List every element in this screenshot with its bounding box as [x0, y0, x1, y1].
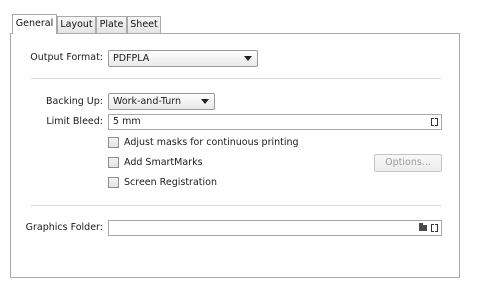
- chevron-down-icon: [244, 56, 252, 61]
- divider: [31, 205, 441, 206]
- backing-up-value: Work-and-Turn: [113, 96, 182, 107]
- screen-registration-label: Screen Registration: [124, 177, 217, 188]
- tab-sheet[interactable]: Sheet: [127, 16, 161, 33]
- add-smartmarks-checkbox[interactable]: [108, 157, 119, 168]
- variable-bracket-icon[interactable]: [431, 224, 438, 232]
- backing-up-label: Backing Up:: [46, 96, 103, 107]
- add-smartmarks-label: Add SmartMarks: [124, 157, 203, 168]
- adjust-masks-checkbox[interactable]: [108, 137, 119, 148]
- adjust-masks-label: Adjust masks for continuous printing: [124, 137, 299, 148]
- output-format-value: PDFPLA: [113, 53, 150, 64]
- divider: [31, 78, 441, 79]
- chevron-down-icon: [201, 99, 209, 104]
- tab-layout[interactable]: Layout: [57, 16, 96, 33]
- tab-general[interactable]: General: [12, 14, 57, 34]
- limit-bleed-label: Limit Bleed:: [46, 116, 103, 127]
- folder-icon[interactable]: [419, 223, 427, 231]
- general-panel: Output Format: PDFPLA Backing Up: Work-a…: [10, 33, 460, 278]
- graphics-folder-field[interactable]: [108, 220, 442, 236]
- graphics-folder-label: Graphics Folder:: [25, 222, 103, 233]
- output-format-label: Output Format:: [30, 52, 103, 63]
- options-button[interactable]: Options...: [374, 154, 442, 172]
- limit-bleed-value: 5 mm: [113, 116, 141, 127]
- tab-plate[interactable]: Plate: [96, 16, 127, 33]
- variable-bracket-icon[interactable]: [431, 118, 438, 126]
- screen-registration-checkbox[interactable]: [108, 177, 119, 188]
- output-format-select[interactable]: PDFPLA: [108, 50, 258, 67]
- backing-up-select[interactable]: Work-and-Turn: [108, 93, 215, 110]
- limit-bleed-field[interactable]: 5 mm: [108, 114, 442, 130]
